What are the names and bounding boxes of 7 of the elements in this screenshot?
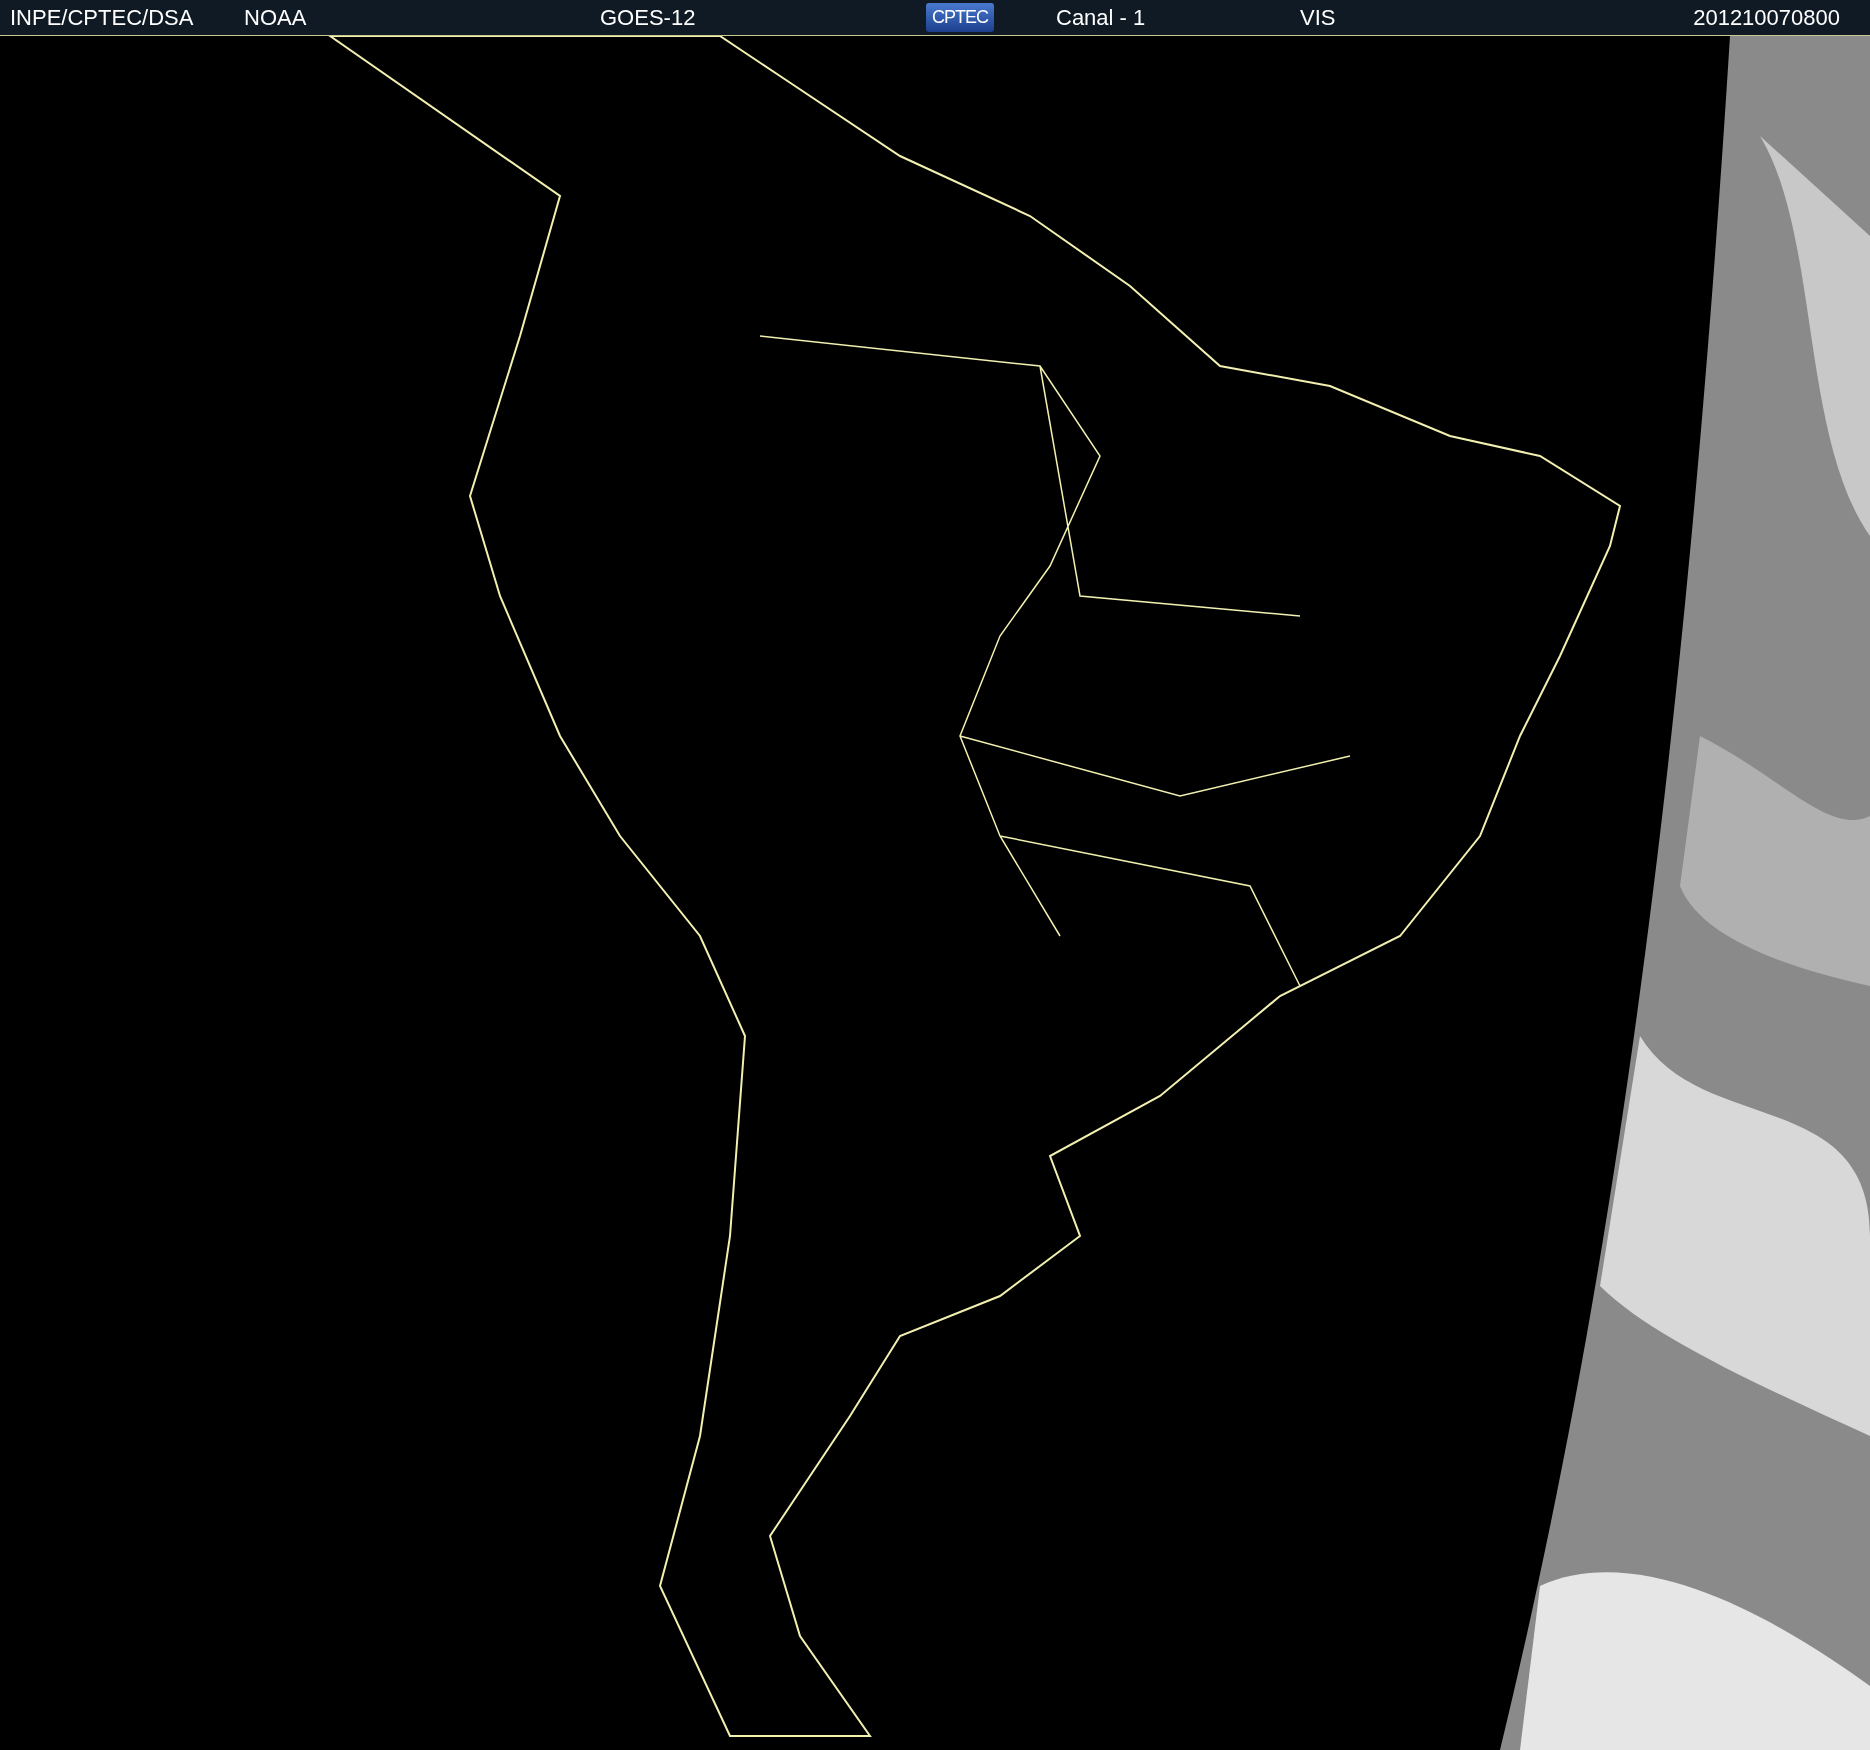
- agency-label: NOAA: [244, 4, 307, 31]
- band-label: VIS: [1300, 4, 1336, 31]
- logo: CPTEC: [926, 3, 994, 32]
- timestamp: 201210070800: [1693, 4, 1840, 31]
- channel-label: Canal - 1: [1056, 4, 1146, 31]
- source-label: INPE/CPTEC/DSA: [10, 4, 194, 31]
- satellite-label: GOES-12: [600, 4, 696, 31]
